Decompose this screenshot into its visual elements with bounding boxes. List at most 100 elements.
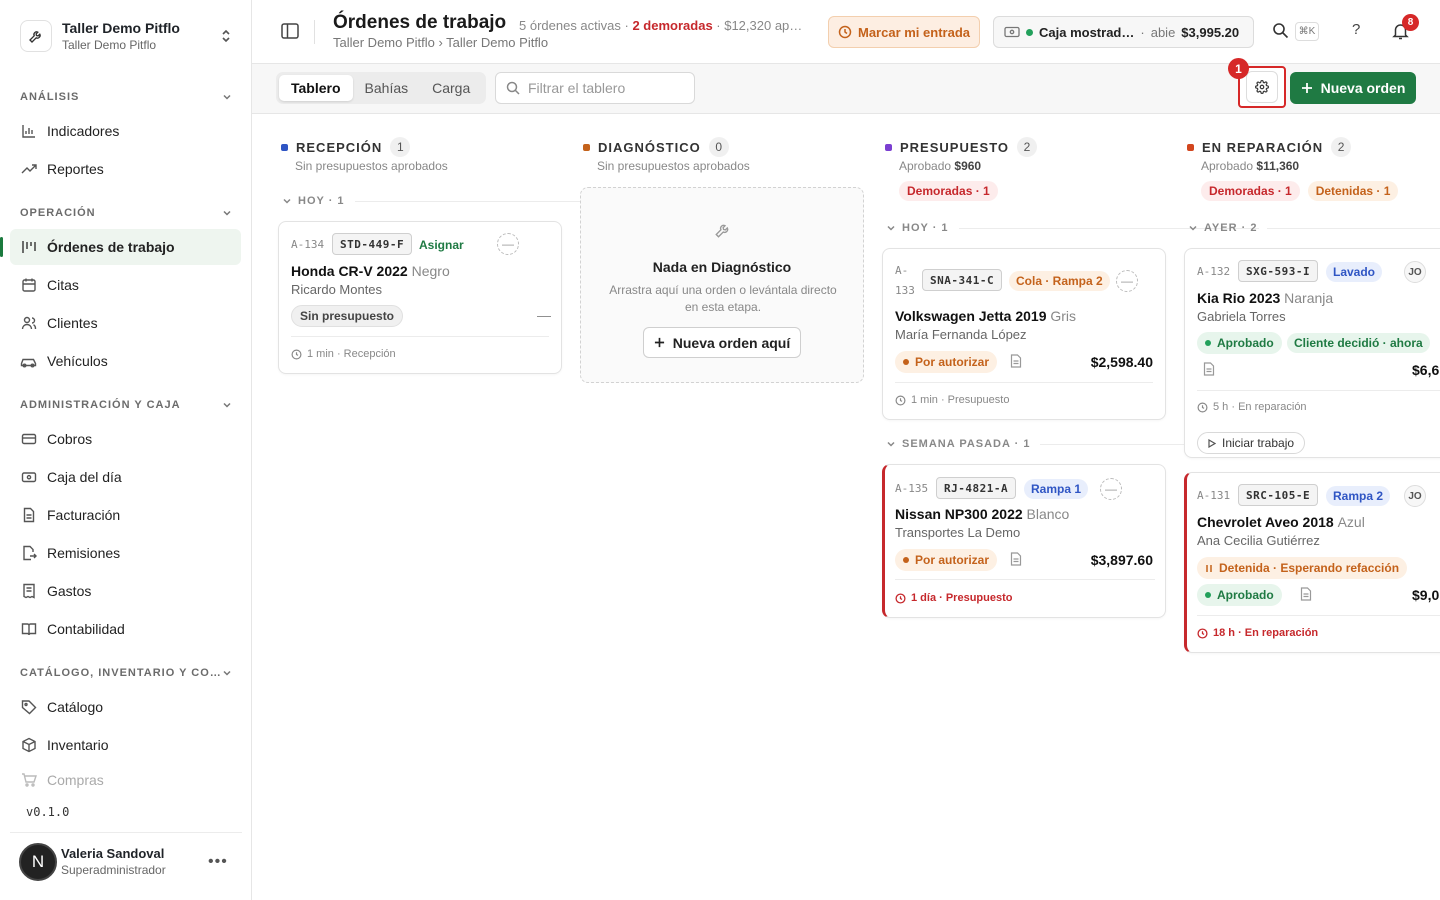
- sidebar-item-compras[interactable]: Compras: [10, 765, 241, 795]
- cash-register-selector[interactable]: Caja mostrad… · abie $3,995.20: [993, 16, 1254, 48]
- vehicle-name: Volkswagen Jetta 2019: [895, 308, 1047, 324]
- assign-technician-icon[interactable]: —: [1116, 270, 1138, 292]
- board-filter-input[interactable]: [528, 80, 688, 96]
- tab-tablero[interactable]: Tablero: [279, 75, 353, 101]
- document-icon[interactable]: [1300, 587, 1312, 601]
- column-subtitle: Sin presupuestos aprobados: [597, 159, 750, 173]
- cash-icon: [1004, 26, 1020, 38]
- more-icon[interactable]: •••: [208, 853, 232, 871]
- board-filter[interactable]: [495, 72, 695, 104]
- search-icon[interactable]: [1272, 22, 1289, 39]
- column-header: DIAGNÓSTICO 0: [583, 137, 729, 157]
- order-card[interactable]: A- 133 SNA-341-C Cola · Rampa 2 — Volksw…: [882, 248, 1166, 420]
- search-icon: [506, 81, 520, 95]
- chevron-down-icon: [1189, 225, 1197, 231]
- sidebar-item-catalogo[interactable]: Catálogo: [10, 689, 241, 725]
- sidebar-item-cobros[interactable]: Cobros: [10, 421, 241, 457]
- sidebar-item-inventario[interactable]: Inventario: [10, 727, 241, 763]
- vehicle-name: Nissan NP300 2022: [895, 506, 1023, 522]
- start-work-button[interactable]: Iniciar trabajo: [1197, 432, 1306, 454]
- technician-avatar[interactable]: JO: [1404, 261, 1426, 283]
- sidebar-item-remisiones[interactable]: Remisiones: [10, 535, 241, 571]
- vehicle-name: Kia Rio 2023: [1197, 290, 1281, 306]
- document-icon[interactable]: [1010, 354, 1022, 368]
- stage-dot: [281, 143, 288, 151]
- sidebar-toggle-icon[interactable]: [280, 22, 300, 40]
- clock-in-button[interactable]: Marcar mi entrada: [828, 16, 980, 48]
- sidebar-item-citas[interactable]: Citas: [10, 267, 241, 303]
- start-work-label: Iniciar trabajo: [1222, 436, 1295, 450]
- sidebar-item-label: Órdenes de trabajo: [47, 239, 175, 255]
- document-icon[interactable]: [1010, 552, 1022, 566]
- header-summary: 5 órdenes activas · 2 demoradas · $12,32…: [519, 18, 814, 33]
- license-plate: RJ-4821-A: [936, 477, 1017, 499]
- page-title: Órdenes de trabajo: [333, 12, 507, 33]
- help-icon[interactable]: ?: [1352, 21, 1360, 38]
- assign-technician-icon[interactable]: —: [1100, 478, 1122, 500]
- sidebar-item-clientes[interactable]: Clientes: [10, 305, 241, 341]
- section-administracion[interactable]: ADMINISTRACIÓN Y CAJA: [20, 399, 232, 411]
- card-footer: 18 h · En reparación: [1197, 627, 1318, 639]
- section-analisis[interactable]: ANÁLISIS: [20, 91, 232, 103]
- sidebar-item-reportes[interactable]: Reportes: [10, 151, 241, 187]
- notification-badge: 8: [1402, 14, 1419, 31]
- empty-dropzone[interactable]: Nada en Diagnóstico Arrastra aquí una or…: [580, 187, 864, 383]
- group-header[interactable]: HOY · 1: [282, 195, 652, 207]
- new-order-here-button[interactable]: Nueva orden aquí: [643, 327, 801, 358]
- section-operacion[interactable]: OPERACIÓN: [20, 207, 232, 219]
- assign-link[interactable]: Asignar: [419, 238, 464, 252]
- sidebar-item-ordenes[interactable]: Órdenes de trabajo: [0, 229, 241, 265]
- sidebar-item-label: Citas: [47, 277, 79, 293]
- late-orders-count: 2 demoradas: [632, 18, 713, 33]
- sidebar-item-gastos[interactable]: Gastos: [10, 573, 241, 609]
- late-filter-pill[interactable]: Demoradas · 1: [1201, 181, 1300, 201]
- elapsed-time: 5 h · En reparación: [1213, 401, 1307, 413]
- order-card[interactable]: A-134 STD-449-F Asignar — Honda CR-V 202…: [278, 221, 562, 374]
- wrench-icon: [20, 20, 52, 52]
- new-order-button[interactable]: Nueva orden: [1290, 72, 1416, 104]
- section-label: CATÁLOGO, INVENTARIO Y CO…: [20, 667, 222, 679]
- bar-chart-icon: [20, 123, 37, 140]
- user-menu[interactable]: N Valeria Sandoval Superadministrador ••…: [10, 832, 242, 890]
- sidebar-item-label: Compras: [47, 772, 104, 788]
- section-catalogo[interactable]: CATÁLOGO, INVENTARIO Y CO…: [20, 667, 232, 679]
- document-icon[interactable]: [1203, 362, 1215, 376]
- order-card[interactable]: A-131 SRC-105-E Rampa 2 JO Chevrolet Ave…: [1184, 472, 1440, 653]
- order-code: A-134: [291, 238, 325, 251]
- tab-bahias[interactable]: Bahías: [353, 75, 421, 101]
- on-hold-filter-pill[interactable]: Detenidas · 1: [1307, 181, 1399, 201]
- clock-icon: [291, 349, 302, 359]
- order-code-cont: 133: [895, 284, 915, 297]
- chevron-updown-icon: [220, 29, 232, 43]
- group-header[interactable]: SEMANA PASADA · 1: [886, 438, 1342, 450]
- calendar-icon: [20, 277, 37, 294]
- sidebar-item-vehiculos[interactable]: Vehículos: [10, 343, 241, 379]
- column-subtitle: Aprobado $11,360: [1201, 159, 1299, 173]
- order-card[interactable]: A-135 RJ-4821-A Rampa 1 — Nissan NP300 2…: [882, 464, 1166, 618]
- divider: [314, 20, 315, 44]
- clock-icon: [1197, 402, 1208, 412]
- board-toolbar: Tablero Bahías Carga 1 Nueva orden: [252, 58, 1440, 114]
- file-icon: [20, 507, 37, 524]
- order-card[interactable]: A-132 SXG-593-I Lavado JO Kia Rio 2023 N…: [1184, 248, 1440, 458]
- technician-avatar[interactable]: JO: [1404, 485, 1426, 507]
- sidebar-item-caja[interactable]: Caja del día: [10, 459, 241, 495]
- sidebar-item-label: Caja del día: [47, 469, 122, 485]
- sidebar-item-facturacion[interactable]: Facturación: [10, 497, 241, 533]
- sidebar-item-contabilidad[interactable]: Contabilidad: [10, 611, 241, 647]
- workspace-switcher[interactable]: Taller Demo Pitflo Taller Demo Pitflo: [10, 10, 242, 62]
- group-header[interactable]: HOY · 1: [886, 222, 1256, 234]
- sidebar-item-label: Cobros: [47, 431, 93, 447]
- group-header[interactable]: AYER · 2: [1188, 222, 1440, 234]
- approved-label: Aprobado: [1201, 159, 1254, 173]
- credit-card-icon: [20, 431, 37, 448]
- empty-description: Arrastra aquí una orden o levántala dire…: [609, 283, 837, 314]
- view-tabs: Tablero Bahías Carga: [276, 72, 486, 104]
- tab-carga[interactable]: Carga: [420, 75, 482, 101]
- sidebar-item-indicadores[interactable]: Indicadores: [10, 113, 241, 149]
- column-title: RECEPCIÓN: [296, 139, 383, 155]
- assign-technician-icon[interactable]: —: [497, 233, 519, 255]
- cart-icon: [20, 772, 37, 789]
- active-orders-count: 5 órdenes activas: [519, 18, 621, 33]
- late-filter-pill[interactable]: Demoradas · 1: [899, 181, 998, 201]
